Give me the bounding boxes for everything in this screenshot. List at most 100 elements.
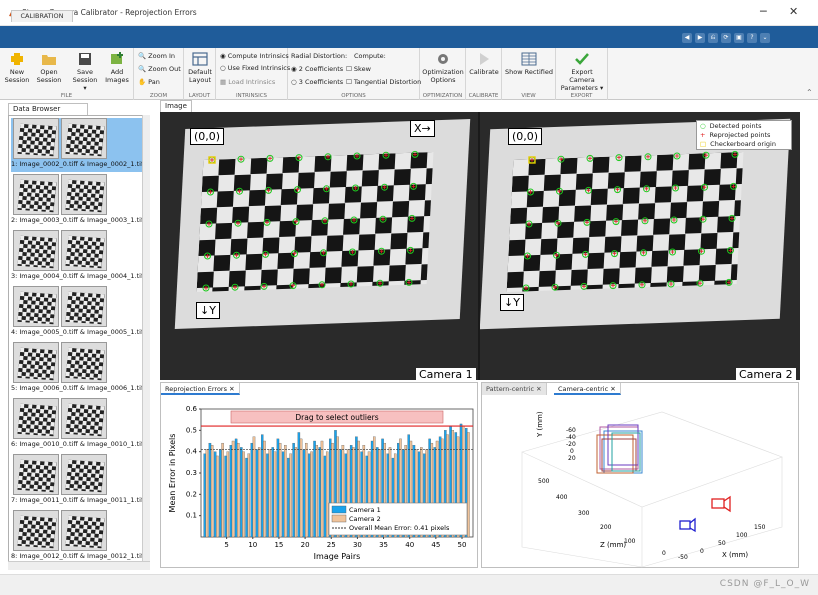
use-fixed-intrinsics-radio[interactable]: ○ Use Fixed Intrinsics	[220, 64, 290, 72]
export-camera-parameters-button[interactable]: Export Camera Parameters ▾	[558, 52, 606, 92]
quick-access-button[interactable]: ?	[747, 33, 757, 43]
status-bar	[0, 574, 818, 595]
bar-camera2	[231, 440, 235, 538]
quick-access-button[interactable]: ▣	[734, 33, 744, 43]
layout-grid-icon	[192, 52, 208, 66]
group-label-export: EXPORT	[570, 93, 593, 99]
bar-camera1	[229, 445, 233, 538]
x-axis-title: X (mm)	[722, 551, 748, 559]
quick-access-button[interactable]: ⌄	[760, 33, 770, 43]
data-browser-title: Data Browser	[8, 103, 88, 115]
tab-pattern-centric[interactable]: Pattern-centric ✕	[482, 383, 547, 395]
reprojected-point	[641, 250, 646, 255]
tab-image[interactable]: Image	[160, 100, 192, 112]
quick-access-button[interactable]: ▶	[695, 33, 705, 43]
pan-button[interactable]: ✋ Pan	[138, 78, 160, 86]
reprojected-point	[349, 282, 353, 286]
three-coefficients-radio[interactable]: ○ 3 Coefficients	[291, 78, 343, 86]
browser-item[interactable]: 5: Image_0006_0.tiff & Image_0006_1.tiff	[11, 342, 147, 396]
bar-camera1	[318, 447, 322, 538]
browser-item[interactable]: 7: Image_0011_0.tiff & Image_0011_1.tiff	[11, 454, 147, 508]
open-session-button[interactable]: Open Session	[36, 52, 62, 84]
group-label-calibrate: CALIBRATE	[468, 93, 499, 99]
zoom-out-button[interactable]: 🔍 Zoom Out	[138, 65, 181, 73]
reprojected-point	[379, 249, 384, 254]
image-legend: ○ Detected points + Reprojected points □ Ch…	[696, 120, 792, 150]
add-images-button[interactable]: Add Images	[104, 52, 130, 84]
browser-vertical-scrollbar[interactable]	[142, 115, 150, 570]
quick-access-button[interactable]: ⟳	[721, 33, 731, 43]
default-layout-button[interactable]: Default Layout	[187, 52, 213, 84]
browser-horizontal-scrollbar[interactable]	[8, 561, 150, 570]
reprojected-point	[204, 286, 208, 290]
collapse-ribbon-icon[interactable]: ⌃	[806, 88, 813, 97]
thumbnail-camera2	[61, 342, 107, 383]
detected-points-overlay-2	[522, 150, 739, 292]
close-button[interactable]: ✕	[789, 5, 798, 18]
close-tab-icon[interactable]: ✕	[229, 385, 234, 393]
bar-camera1	[213, 451, 217, 538]
reprojected-point	[263, 252, 268, 257]
browser-item-label: 2: Image_0003_0.tiff & Image_0003_1.tiff	[11, 216, 146, 224]
reprojected-point	[323, 218, 327, 223]
compute-intrinsics-radio[interactable]: ◉ Compute Intrinsics	[220, 52, 289, 60]
thumbnail-camera2	[61, 230, 107, 271]
tab-calibration[interactable]: CALIBRATION	[11, 10, 73, 22]
reprojected-point	[381, 217, 385, 222]
reprojected-point	[524, 286, 528, 290]
bar-camera1	[287, 457, 290, 538]
x-tick: 0	[700, 548, 704, 555]
pattern-stack	[596, 424, 643, 474]
bar-camera2	[273, 451, 277, 538]
browser-item[interactable]: 6: Image_0010_0.tiff & Image_0010_1.tiff	[11, 398, 147, 452]
group-label-view: VIEW	[521, 93, 536, 99]
calibrate-button[interactable]: Calibrate	[468, 52, 500, 76]
bar-camera1	[234, 438, 238, 538]
reprojected-point	[702, 185, 707, 190]
browser-item[interactable]: 8: Image_0012_0.tiff & Image_0012_1.tiff	[11, 510, 147, 564]
gear-icon	[438, 54, 448, 64]
browser-item[interactable]: 4: Image_0005_0.tiff & Image_0005_1.tiff	[11, 286, 147, 340]
browser-item-label: 5: Image_0006_0.tiff & Image_0006_1.tiff	[11, 384, 146, 392]
reprojected-point	[704, 153, 708, 158]
tab-camera-centric[interactable]: Camera-centric ✕	[554, 383, 621, 395]
close-tab-icon[interactable]: ✕	[610, 385, 615, 393]
quick-access-button[interactable]: ⎌	[708, 33, 718, 43]
plus-icon: +	[700, 131, 706, 139]
pan-hand-icon: ✋	[138, 78, 147, 86]
title-bar: Stereo Camera Calibrator - Reprojection …	[0, 0, 818, 26]
close-tab-icon[interactable]: ✕	[536, 385, 541, 393]
two-coefficients-radio[interactable]: ◉ 2 Coefficients	[291, 65, 343, 73]
save-session-button[interactable]: Save Session ▾	[70, 52, 100, 92]
new-session-button[interactable]: New Session	[4, 52, 30, 84]
bar-camera1	[261, 434, 264, 538]
reprojected-point	[583, 252, 588, 257]
reprojected-point	[350, 250, 355, 254]
minimize-button[interactable]: ─	[760, 5, 767, 18]
browser-item[interactable]: 1: Image_0002_0.tiff & Image_0002_1.tiff	[11, 118, 147, 172]
tab-reprojection-errors[interactable]: Reprojection Errors ✕	[161, 383, 240, 395]
load-intrinsics-button[interactable]: ▦ Load Intrinsics	[220, 78, 275, 86]
reprojected-point	[262, 284, 266, 289]
group-label-layout: LAYOUT	[188, 93, 211, 99]
zoom-in-button[interactable]: 🔍 Zoom In	[138, 52, 175, 60]
show-rectified-button[interactable]: Show Rectified	[504, 52, 554, 76]
reprojected-point	[669, 282, 673, 286]
optimization-options-button[interactable]: Optimization Options	[422, 52, 464, 84]
browser-item[interactable]: 2: Image_0003_0.tiff & Image_0003_1.tiff	[11, 174, 147, 228]
reprojected-point	[294, 219, 298, 224]
reprojected-point	[675, 154, 679, 158]
z-axis-title: Z (mm)	[600, 541, 626, 549]
bar-camera1	[297, 432, 301, 538]
reprojected-point	[614, 219, 618, 224]
origin-label-cam1: (0,0)	[190, 128, 225, 145]
quick-access-button[interactable]: ◀	[682, 33, 692, 43]
browser-item[interactable]: 3: Image_0004_0.tiff & Image_0004_1.tiff	[11, 230, 147, 284]
bar-camera2	[467, 432, 470, 538]
bar-camera1	[208, 442, 212, 538]
reprojected-point	[588, 156, 592, 161]
extrinsics-3d-plot: Y (mm) Z (mm) X (mm) -60 -40 -20 0 20 50…	[521, 411, 783, 568]
skew-checkbox[interactable]: ☐ Skew	[346, 65, 371, 73]
tangential-distortion-checkbox[interactable]: ☐ Tangential Distortion	[346, 78, 421, 86]
y-axis-label-cam1: ↓Y	[196, 302, 220, 319]
